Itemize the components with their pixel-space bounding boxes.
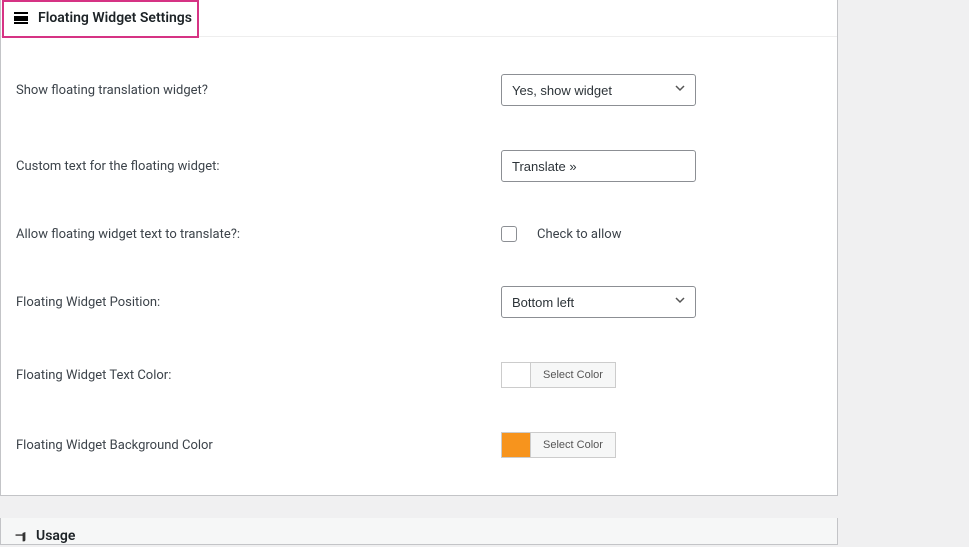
control-show-widget: Yes, show widget xyxy=(501,74,822,106)
label-show-widget: Show floating translation widget? xyxy=(16,83,501,98)
color-picker-bg-color: Select Color xyxy=(501,432,822,458)
setting-row-allow-translate: Allow floating widget text to translate?… xyxy=(1,204,837,264)
color-swatch-bg-color xyxy=(501,432,531,458)
button-select-text-color[interactable]: Select Color xyxy=(531,362,616,388)
color-picker-text-color: Select Color xyxy=(501,362,822,388)
panel-icon xyxy=(14,12,28,24)
pin-icon xyxy=(14,529,28,543)
setting-row-text-color: Floating Widget Text Color: Select Color xyxy=(1,340,837,410)
checkbox-label-allow-translate: Check to allow xyxy=(537,227,621,242)
control-position: Bottom left xyxy=(501,286,822,318)
button-select-bg-color[interactable]: Select Color xyxy=(531,432,616,458)
control-text-color: Select Color xyxy=(501,362,822,388)
select-wrapper-show-widget: Yes, show widget xyxy=(501,74,696,106)
panel-header[interactable]: Floating Widget Settings xyxy=(1,0,837,37)
usage-panel-header[interactable]: Usage xyxy=(0,518,838,545)
select-position[interactable]: Bottom left xyxy=(501,286,696,318)
control-custom-text xyxy=(501,150,822,182)
floating-widget-settings-panel: Floating Widget Settings Show floating t… xyxy=(0,0,838,496)
label-position: Floating Widget Position: xyxy=(16,295,501,310)
label-allow-translate: Allow floating widget text to translate?… xyxy=(16,227,501,242)
setting-row-position: Floating Widget Position: Bottom left xyxy=(1,264,837,340)
checkbox-row-allow-translate: Check to allow xyxy=(501,226,822,242)
setting-row-show-widget: Show floating translation widget? Yes, s… xyxy=(1,52,837,128)
control-bg-color: Select Color xyxy=(501,432,822,458)
settings-body: Show floating translation widget? Yes, s… xyxy=(1,37,837,495)
label-custom-text: Custom text for the floating widget: xyxy=(16,159,501,174)
label-bg-color: Floating Widget Background Color xyxy=(16,438,501,453)
input-custom-text[interactable] xyxy=(501,150,696,182)
control-allow-translate: Check to allow xyxy=(501,226,822,242)
usage-title: Usage xyxy=(36,528,75,544)
label-text-color: Floating Widget Text Color: xyxy=(16,368,501,383)
select-show-widget[interactable]: Yes, show widget xyxy=(501,74,696,106)
color-swatch-text-color xyxy=(501,362,531,388)
checkbox-allow-translate[interactable] xyxy=(501,226,517,242)
panel-title: Floating Widget Settings xyxy=(38,10,192,26)
select-wrapper-position: Bottom left xyxy=(501,286,696,318)
setting-row-bg-color: Floating Widget Background Color Select … xyxy=(1,410,837,480)
setting-row-custom-text: Custom text for the floating widget: xyxy=(1,128,837,204)
